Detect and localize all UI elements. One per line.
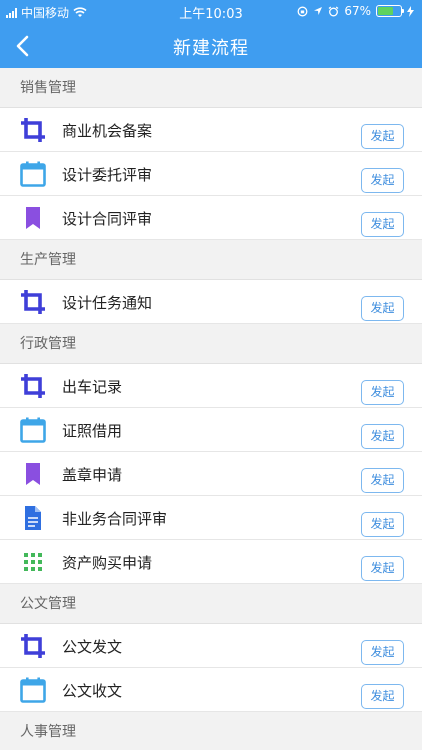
document-icon — [20, 505, 46, 531]
list-item[interactable]: 设计任务通知 发起 — [0, 280, 422, 324]
list-item-label: 商业机会备案 — [62, 122, 153, 140]
start-button[interactable]: 发起 — [361, 684, 404, 709]
list-item-label: 资产购买申请 — [62, 554, 153, 572]
list-item[interactable]: 设计委托评审 发起 — [0, 152, 422, 196]
start-button[interactable]: 发起 — [361, 424, 404, 449]
grid-icon — [20, 549, 46, 575]
list-item-label: 证照借用 — [62, 422, 123, 440]
calendar-icon — [20, 417, 46, 443]
list-item-label: 出车记录 — [62, 378, 123, 396]
start-button[interactable]: 发起 — [361, 212, 404, 237]
bookmark-icon — [20, 205, 46, 231]
list-item[interactable]: 资产购买申请 发起 — [0, 540, 422, 584]
alarm-icon — [328, 6, 339, 16]
start-button[interactable]: 发起 — [361, 468, 404, 493]
start-button[interactable]: 发起 — [361, 512, 404, 537]
list-item[interactable]: 商业机会备案 发起 — [0, 108, 422, 152]
list-item[interactable]: 盖章申请 发起 — [0, 452, 422, 496]
list-item[interactable]: 证照借用 发起 — [0, 408, 422, 452]
page-title: 新建流程 — [173, 38, 249, 59]
start-button[interactable]: 发起 — [361, 640, 404, 665]
section-header: 生产管理 — [0, 240, 422, 280]
crop-icon — [20, 289, 46, 315]
section-header: 销售管理 — [0, 68, 422, 108]
section-header: 行政管理 — [0, 324, 422, 364]
battery-icon — [376, 5, 404, 17]
list-item-label: 公文发文 — [62, 638, 123, 656]
list-item-label: 设计委托评审 — [62, 166, 153, 184]
rotation-lock-icon — [297, 6, 308, 16]
nav-bar: 新建流程 — [0, 24, 422, 68]
status-bar: 中国移动 上午10:03 67% — [0, 0, 422, 22]
list-item[interactable]: 公文发文 发起 — [0, 624, 422, 668]
section-header: 人事管理 — [0, 712, 422, 750]
crop-icon — [20, 633, 46, 659]
start-button[interactable]: 发起 — [361, 124, 404, 149]
battery-percent: 67% — [344, 4, 371, 18]
list-item[interactable]: 公文收文 发起 — [0, 668, 422, 712]
list-item-label: 盖章申请 — [62, 466, 123, 484]
list-item[interactable]: 出车记录 发起 — [0, 364, 422, 408]
calendar-icon — [20, 677, 46, 703]
start-button[interactable]: 发起 — [361, 168, 404, 193]
charging-icon — [407, 5, 414, 17]
list-item-label: 设计合同评审 — [62, 210, 153, 228]
start-button[interactable]: 发起 — [361, 380, 404, 405]
status-bar-right: 67% — [297, 4, 414, 18]
list-item-label: 非业务合同评审 — [62, 510, 168, 528]
crop-icon — [20, 117, 46, 143]
list-item-label: 设计任务通知 — [62, 294, 153, 312]
list-item[interactable]: 设计合同评审 发起 — [0, 196, 422, 240]
start-button[interactable]: 发起 — [361, 296, 404, 321]
list-item[interactable]: 非业务合同评审 发起 — [0, 496, 422, 540]
bookmark-icon — [20, 461, 46, 487]
process-list: 销售管理 商业机会备案 发起 设计委托评审 发起 设计合同评审 发起 生产管理 设计任务通知 发起… — [0, 68, 422, 750]
start-button[interactable]: 发起 — [361, 556, 404, 581]
location-arrow-icon — [314, 7, 323, 15]
list-item-label: 公文收文 — [62, 682, 123, 700]
section-header: 公文管理 — [0, 584, 422, 624]
app-header: 中国移动 上午10:03 67% 新建流程 — [0, 0, 422, 68]
calendar-icon — [20, 161, 46, 187]
crop-icon — [20, 373, 46, 399]
